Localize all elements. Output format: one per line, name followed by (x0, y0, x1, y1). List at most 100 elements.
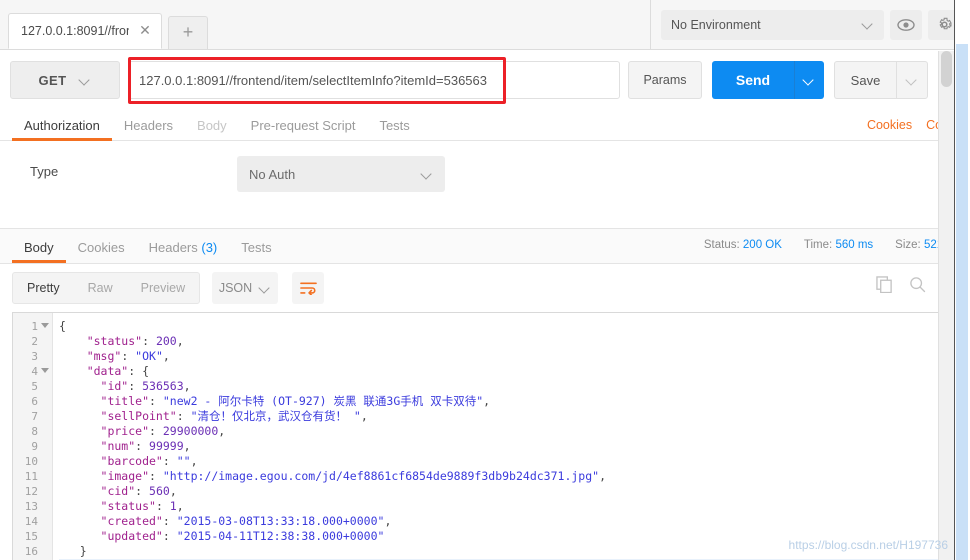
line-number: 7 (31, 410, 38, 423)
plus-icon[interactable]: + (168, 16, 208, 49)
view-preview[interactable]: Preview (127, 273, 199, 303)
auth-type-select[interactable]: No Auth (237, 156, 445, 192)
method-select[interactable]: GET (10, 61, 120, 99)
scrollbar-thumb[interactable] (941, 51, 952, 87)
view-pretty[interactable]: Pretty (13, 273, 74, 303)
view-raw[interactable]: Raw (74, 273, 127, 303)
url-input[interactable] (128, 61, 620, 99)
code-token: , (190, 454, 198, 468)
line-number: 11 (24, 470, 38, 483)
cookies-link[interactable]: Cookies (867, 118, 912, 132)
code-token: "data" (59, 364, 129, 378)
tab-pre-request-script[interactable]: Pre-request Script (239, 118, 368, 140)
code-line: { (59, 319, 939, 334)
line-number-gutter: 1234567891011121314151617 (13, 313, 53, 560)
fold-arrow-icon[interactable] (41, 323, 49, 328)
tab-tests[interactable]: Tests (367, 118, 421, 140)
status-value: 200 OK (742, 239, 782, 251)
response-meta: Status: 200 OK Time: 560 ms Size: 521 B (704, 239, 954, 251)
authorization-panel: Type No Auth (0, 142, 938, 228)
vertical-scrollbar[interactable] (938, 51, 954, 560)
auth-type-value: No Auth (249, 166, 296, 182)
code-token: "created" (59, 514, 163, 528)
request-section-tabs: Authorization Headers Body Pre-request S… (0, 109, 938, 141)
code-token: : (149, 394, 163, 408)
body-view-switch: Pretty Raw Preview (12, 272, 201, 304)
code-token: , (483, 394, 491, 408)
tab-body[interactable]: Body (185, 118, 239, 140)
line-number: 2 (31, 335, 38, 348)
code-token: : (128, 379, 143, 393)
response-tab-body[interactable]: Body (12, 240, 66, 263)
request-tab-label: 127.0.0.1:8091//fronte (21, 24, 129, 38)
json-code-content[interactable]: { "status": 200, "msg": "OK", "data": { … (53, 313, 939, 560)
time-value: 560 ms (835, 239, 874, 251)
code-line: "price": 29900000, (59, 424, 939, 439)
copy-icon[interactable] (876, 276, 893, 298)
line-number: 14 (24, 515, 38, 528)
code-token: "price" (59, 424, 150, 438)
fold-arrow-icon[interactable] (41, 368, 49, 373)
request-tab[interactable]: 127.0.0.1:8091//fronte ✕ (8, 13, 162, 49)
line-number: 9 (31, 440, 38, 453)
format-label: JSON (218, 281, 253, 295)
code-token: : (135, 439, 150, 453)
chevron-down-icon (422, 169, 433, 180)
code-line: "status": 1, (59, 499, 939, 514)
code-token: 200 (155, 334, 177, 348)
send-group: Send (712, 61, 824, 99)
environment-zone: No Environment (650, 0, 970, 50)
code-token: "barcode" (59, 454, 163, 468)
body-actions (876, 276, 926, 298)
line-number: 6 (31, 395, 38, 408)
code-line: "title": "new2 - 阿尔卡特 (OT-927) 炭黑 联通3G手机… (59, 394, 939, 409)
code-line: "status": 200, (59, 334, 939, 349)
response-body-editor[interactable]: 1234567891011121314151617 { "status": 20… (12, 312, 940, 560)
code-token: : (142, 334, 156, 348)
code-token: , (218, 424, 226, 438)
code-token: "" (176, 454, 191, 468)
tab-authorization[interactable]: Authorization (12, 118, 112, 141)
code-line: "num": 99999, (59, 439, 939, 454)
method-label: GET (38, 72, 67, 88)
line-number: 13 (24, 500, 38, 513)
code-token: "清仓！仅北京，武汉仓有货！ " (190, 409, 361, 423)
status-label: Status: (703, 239, 740, 251)
format-select[interactable]: JSON (212, 272, 278, 304)
tab-headers[interactable]: Headers (112, 118, 185, 140)
postman-window: 127.0.0.1:8091//fronte ✕ + No Environmen… (0, 0, 970, 560)
code-line: "created": "2015-03-08T13:33:18.000+0000… (59, 514, 939, 529)
code-token: "2015-03-08T13:33:18.000+0000" (176, 514, 385, 528)
code-line: "cid": 560, (59, 484, 939, 499)
code-token: , (183, 379, 191, 393)
response-tab-headers[interactable]: Headers (3) (137, 240, 230, 262)
response-tab-cookies[interactable]: Cookies (66, 240, 137, 262)
line-number: 3 (31, 350, 38, 363)
response-tab-tests[interactable]: Tests (229, 240, 283, 262)
line-number: 16 (24, 545, 38, 558)
search-icon[interactable] (909, 276, 926, 298)
response-tab-headers-label: Headers (148, 240, 198, 255)
code-token: 29900000 (162, 424, 219, 438)
size-label: Size: (895, 239, 921, 251)
code-token: , (599, 469, 606, 483)
code-token: : (135, 484, 150, 498)
save-dropdown-button[interactable] (896, 61, 928, 99)
response-section-tabs: Body Cookies Headers (3) Tests (0, 232, 600, 263)
code-token: : (121, 349, 136, 363)
word-wrap-icon[interactable] (292, 272, 324, 304)
code-token: : (162, 454, 177, 468)
save-button[interactable]: Save (834, 61, 896, 99)
chevron-down-icon (907, 75, 918, 86)
params-button[interactable]: Params (628, 61, 702, 99)
environment-select[interactable]: No Environment (661, 9, 884, 40)
code-token: "status" (59, 499, 156, 513)
time-label: Time: (803, 239, 833, 251)
send-dropdown-button[interactable] (794, 61, 824, 99)
close-icon[interactable]: ✕ (137, 23, 153, 39)
send-button[interactable]: Send (712, 61, 794, 99)
eye-icon[interactable] (890, 9, 922, 40)
code-token: 536563 (142, 379, 184, 393)
code-token: "new2 - 阿尔卡特 (OT-927) 炭黑 联通3G手机 双卡双待" (162, 394, 484, 408)
code-token: : (155, 499, 170, 513)
